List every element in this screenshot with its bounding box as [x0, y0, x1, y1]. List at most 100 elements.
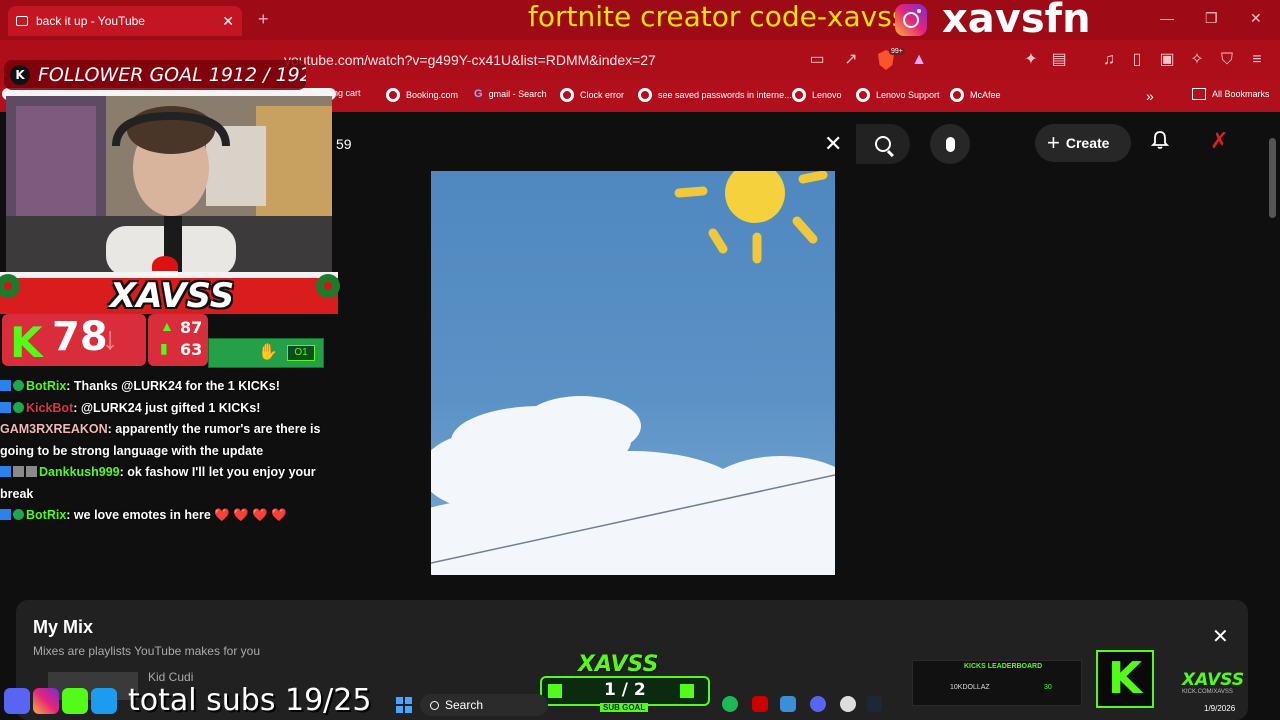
leaderboard-entry: 10KDOLLAZ: [950, 684, 990, 691]
kick-k-icon: K: [10, 318, 43, 367]
chat-message: Dankkush999: ok fashow I'll let you enjo…: [0, 462, 330, 505]
account-avatar[interactable]: ✗: [1210, 128, 1228, 154]
bookmark-label: gmail - Search: [488, 89, 547, 99]
chat-message: KickBot: @LURK24 just gifted 1 KICKs!: [0, 398, 330, 420]
brand-name: XAVSS: [1182, 670, 1245, 690]
kick-brand-logo: K: [1096, 650, 1154, 708]
close-mix-icon[interactable]: ✕: [1212, 624, 1229, 649]
globe-icon: [856, 88, 870, 102]
close-tab-icon[interactable]: ✕: [222, 13, 234, 30]
browser-tab[interactable]: back it up - YouTube ✕: [8, 6, 242, 36]
chat-username[interactable]: Dankkush999: [39, 465, 120, 479]
reader-icon[interactable]: ▤: [1050, 51, 1068, 69]
google-icon: G: [474, 88, 483, 100]
verified-icon: [13, 401, 24, 413]
sun-drawing: [725, 171, 785, 223]
spotify-icon[interactable]: [722, 696, 738, 712]
bookmark-item[interactable]: Ggmail - Search: [474, 88, 547, 100]
explorer-icon[interactable]: [780, 696, 796, 712]
stat-up-value: 87: [180, 318, 203, 337]
stat-bars-value: 63: [180, 340, 203, 359]
chat-username[interactable]: KickBot: [26, 401, 73, 415]
bookmark-label: see saved passwords in interne...: [658, 90, 792, 100]
mix-item-artist: Kid Cudi: [148, 670, 194, 684]
url-field[interactable]: youtube.com/watch?v=g499Y-cx41U&list=RDM…: [284, 52, 656, 68]
search-icon: [430, 700, 439, 710]
sidebar-icon[interactable]: ▯: [1128, 51, 1146, 69]
sub-goal-label: SUB GOAL: [600, 703, 649, 712]
badge-icon: [26, 466, 37, 477]
chat-text: : we love emotes in here ❤️ ❤️ ❤️ ❤️: [66, 508, 287, 522]
vpn-icon[interactable]: ⛉: [1218, 51, 1236, 69]
leo-icon[interactable]: ✧: [1188, 51, 1206, 69]
badge-icon: [13, 466, 24, 477]
hand-icon: ✋: [258, 344, 278, 361]
recording-icon: [16, 16, 28, 26]
all-bookmarks-label: All Bookmarks: [1212, 89, 1270, 99]
video-frame-sky: [431, 171, 835, 575]
mix-subtitle: Mixes are playlists YouTube makes for yo…: [33, 644, 260, 658]
microphone-icon: [945, 136, 955, 152]
follower-goal: K FOLLOWER GOAL 1912 / 1920: [4, 60, 306, 90]
globe-icon: [560, 88, 574, 102]
chat-username[interactable]: GAM3RXREAKON: [0, 422, 108, 436]
media-icon[interactable]: ♫: [1100, 51, 1118, 69]
restore-icon[interactable]: ❐: [1205, 10, 1218, 27]
share-icon[interactable]: ↗: [842, 51, 860, 69]
all-bookmarks[interactable]: All Bookmarks: [1192, 88, 1270, 100]
webcam-image: [6, 96, 332, 276]
discord-app-icon[interactable]: [810, 696, 826, 712]
verified-icon: [13, 509, 24, 520]
discord-icon: [4, 688, 30, 714]
cast-icon[interactable]: ▭: [808, 51, 826, 69]
search-button[interactable]: [856, 124, 910, 164]
scrollbar-thumb[interactable]: [1269, 138, 1276, 218]
total-subs-text: total subs 19/25: [128, 683, 372, 718]
bookmark-item[interactable]: see saved passwords in interne...: [638, 88, 792, 102]
instagram-icon: [895, 4, 927, 36]
screen: back it up - YouTube ✕ + fortnite creato…: [0, 0, 1280, 720]
gift-icon: [680, 684, 694, 698]
search-input[interactable]: 59: [336, 136, 352, 152]
obs-icon[interactable]: [840, 696, 856, 712]
minimize-icon[interactable]: —: [1160, 10, 1174, 26]
voice-search-button[interactable]: [930, 124, 970, 164]
tab-title: back it up - YouTube: [36, 14, 145, 28]
rewards-icon[interactable]: ▲: [910, 51, 928, 69]
new-tab-button[interactable]: +: [258, 9, 269, 30]
windows-start-icon[interactable]: [396, 697, 412, 713]
video-player[interactable]: [431, 171, 835, 575]
wallet-icon[interactable]: ▣: [1158, 51, 1176, 69]
taskbar-search[interactable]: Search: [420, 694, 548, 716]
globe-icon: [792, 88, 806, 102]
clouds: [431, 396, 835, 575]
follower-goal-text: FOLLOWER GOAL 1912 / 1920: [38, 64, 306, 86]
sub-goal-value: 1 / 2: [604, 680, 646, 700]
badge-icon: [0, 401, 11, 413]
taskbar-clock: 1/9/2026: [1204, 704, 1236, 713]
chat-username[interactable]: BotRix: [26, 379, 66, 393]
bookmark-item[interactable]: Clock error: [560, 88, 624, 102]
up-arrow-icon: ▲: [160, 318, 174, 334]
window-close-icon[interactable]: ✕: [1250, 10, 1262, 27]
bookmark-item[interactable]: Lenovo: [792, 88, 842, 102]
extensions-icon[interactable]: ✦: [1022, 51, 1040, 69]
shields-badge: 99+: [889, 48, 905, 55]
brand-url: KICK.COM/XAVSS: [1182, 689, 1233, 695]
sub-goal-title: XAVSS: [578, 652, 659, 677]
notifications-icon[interactable]: [1150, 130, 1170, 150]
bookmark-label: Clock error: [580, 90, 625, 100]
netflix-icon[interactable]: [752, 696, 768, 712]
leaderboard-title: KICKS LEADERBOARD: [964, 663, 1043, 670]
viewer-count: 78: [52, 314, 108, 360]
bookmark-item[interactable]: Booking.com: [386, 88, 458, 102]
steam-icon[interactable]: [866, 696, 882, 712]
chat-feed: BotRix: Thanks @LURK24 for the 1 KICKs! K…: [0, 376, 330, 527]
bookmark-item[interactable]: Lenovo Support: [856, 88, 940, 102]
more-bookmarks-icon[interactable]: »: [1146, 88, 1154, 104]
clear-search-icon[interactable]: ✕: [824, 131, 842, 157]
bookmark-item[interactable]: McAfee: [950, 88, 1001, 102]
create-button[interactable]: + Create: [1035, 124, 1131, 162]
chat-username[interactable]: BotRix: [26, 508, 66, 522]
menu-icon[interactable]: ≡: [1248, 51, 1266, 69]
